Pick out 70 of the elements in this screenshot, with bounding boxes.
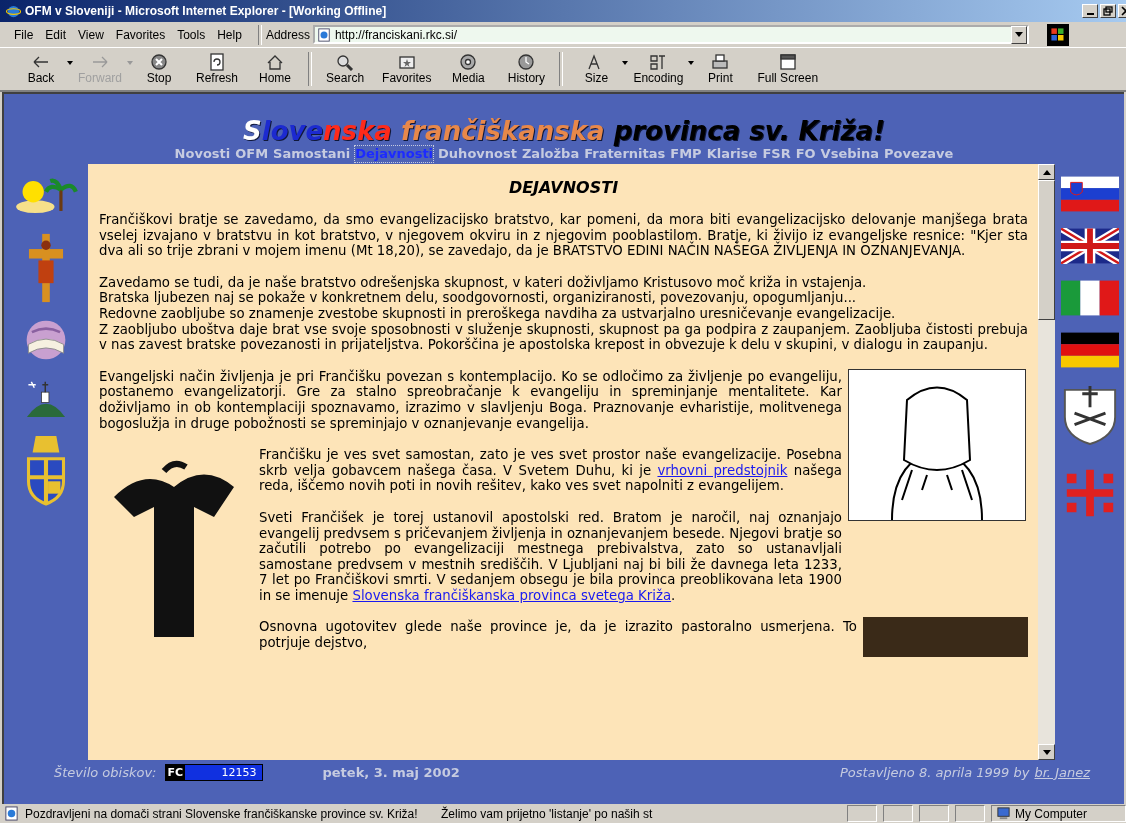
paragraph: Frančišku je ves svet samostan, zato je ves svet prostor naše evangelizacije. Posebna skrb velja gobavcem našega časa. V Svetem Duhu, ki je vrhovni predstojnik našega reda, iščemo novih poti in novih rešitev, kako ves svet napolniti z evangelijem. <box>259 447 842 494</box>
toolbar-button[interactable]: Refresh <box>188 51 247 87</box>
window-title: OFM v Sloveniji - Microsoft Internet Explorer - [Working Offline] <box>25 4 388 18</box>
section-heading: DEJAVNOSTI <box>507 178 620 198</box>
dropdown-arrow-icon <box>1014 32 1023 37</box>
address-field[interactable]: http://franciskani.rkc.si/ <box>312 25 1029 44</box>
restore-button[interactable] <box>1100 4 1116 18</box>
toolbar-button[interactable]: Back <box>12 51 70 87</box>
media-icon <box>458 53 479 71</box>
toolbar-button[interactable]: Home <box>246 51 305 87</box>
paragraph: Zavedamo se tudi, da je naše bratstvo odrešenjska skupnost, v kateri doživljamo Kristusovo moč križa in vstajenja. <box>99 274 868 290</box>
toolbar-button[interactable]: Print <box>691 51 750 87</box>
menu-item[interactable]: Favorites <box>115 27 166 42</box>
paragraph: Osnovna ugotovitev glede naše province je, da je izrazito pastoralno usmerjena. To potrjuje dejstvo, <box>259 619 857 651</box>
paragraph: Bratska ljubezen naj se pokaže v konkretnem delu, soodgovornosti, organiziranosti, povezovanju, opogumljanju... <box>99 290 858 306</box>
paragraph: Evangeljski način življenja je pri Frančišku povezan s kontemplacijo. Ko se odločimo za življenje po evangeliju, postanemo evangelizatorji. Gre za stalno spreobračanje k evangeliju in spreminjanje mentalitete. Kar doživljamo in ob kontemplaciji spoznavamo, izrazimo v slavljenju Boga. Praznovanje evharistije, molitvenega bogoslužja in druge pobožnosti se spreminjajo v oznanjevanje evangelija. <box>99 368 842 432</box>
search-icon <box>335 53 356 71</box>
toolbar-button[interactable]: Search <box>316 51 375 87</box>
minimize-icon <box>1086 13 1094 15</box>
browser-logo-icon <box>6 3 21 19</box>
toolbar-button[interactable]: Favorites <box>374 51 440 87</box>
status-pane <box>883 805 913 822</box>
status-pane <box>919 805 949 822</box>
scroll-down-icon <box>1042 749 1051 755</box>
text-link[interactable]: vrhovni predstojnik <box>657 462 788 478</box>
fullscreen-icon <box>777 53 798 71</box>
italian-flag-icon[interactable] <box>1060 280 1119 316</box>
toolbar-button[interactable]: Stop <box>130 51 188 87</box>
menu-item[interactable]: Help <box>217 27 242 42</box>
toolbar-button[interactable]: Size <box>567 51 626 87</box>
favorites-icon <box>396 53 417 71</box>
date-text: petek, 3. maj 2002 <box>322 764 460 780</box>
minimize-button[interactable] <box>1082 4 1098 18</box>
counter-value: 12153 <box>220 765 258 779</box>
site-title: Slovenska frančiškanska provinca sv. Križa! <box>242 116 886 146</box>
menu-item[interactable]: Edit <box>45 27 67 42</box>
history-icon <box>516 53 537 71</box>
british-flag-icon[interactable] <box>1060 228 1119 264</box>
status-message: Pozdravljeni na domači strani Slovenske frančiškanske province sv. Križa! <box>25 806 419 821</box>
restore-icon <box>1103 6 1113 16</box>
paragraph: Z zaobljubo uboštva daje brat vse svoje sposobnosti v služenje skupnosti, skupnost pa ga podpira z zaupanjem. Zaobljuba čistosti prebuja v nas zavest bratske povezanosti in prijateljstva. Pokorščina je apostolska krepost in obvezuje k delu v skupini, v dialogu in zaupanju. <box>99 321 1028 353</box>
counter-logo: FC <box>165 764 186 780</box>
status-pane <box>847 805 877 822</box>
print-icon <box>710 53 731 71</box>
menu-item[interactable]: File <box>14 27 34 42</box>
paragraph: Redovne zaobljube so znamenje zvestobe skupnosti in preroškega navdiha za ustvarjalno uresničevanje evangelizacije. <box>99 305 897 322</box>
toolbar-button[interactable]: Media <box>439 51 498 87</box>
stop-icon <box>149 53 169 71</box>
slovenian-flag-icon[interactable] <box>1060 176 1119 212</box>
status-scrolling-text: Želimo vam prijetno 'listanje' po naših st <box>441 806 654 821</box>
address-label: Address <box>265 27 310 42</box>
text-link[interactable]: Slovenska frančiškanska provinca svetega Križa <box>352 587 672 603</box>
vertical-scrollbar[interactable] <box>1038 164 1055 760</box>
toolbar-button[interactable]: Full Screen <box>749 51 827 87</box>
scroll-thumb[interactable] <box>1038 180 1055 320</box>
paragraph: Frančiškovi bratje se zavedamo, da smo evangelizacijsko bratstvo, kar pomeni, da mora biti evangelizacijsko delovanje manjšega brata vselej izvajano v bratstvu in kot bratstvo, v njegovem okviru in z njegovim pooblastilom. Bratje, ki živijo iz evangeljske resnice: "Kjer sta dva ali so trije zbrani v mojem imenu (Mt 18,20), se zavedajo, da je BRATSTVO EDINI NAČIN NAŠEGA ŽIVLJENJA IN OZNANJEVANJA. <box>99 212 1028 259</box>
menu-item[interactable]: Tools <box>177 27 206 42</box>
security-zone: My Computer <box>1015 806 1088 821</box>
page-icon <box>4 806 19 821</box>
posted-text: Postavljeno 8. aprila 1999 by <box>840 764 1030 780</box>
menu-item[interactable]: View <box>78 27 104 42</box>
german-flag-icon[interactable] <box>1060 332 1119 368</box>
status-pane <box>955 805 985 822</box>
toolbar-button[interactable]: History <box>497 51 556 87</box>
scroll-up-icon <box>1042 169 1051 175</box>
author-link[interactable]: br. Janez <box>1034 764 1090 780</box>
paragraph: Sveti Frančišek je torej ustanovil apostolski red. Bratom je naročil, naj oznanjajo evangelij predvsem s pričevanjem življenja in oznanjevanjem besede. Njegovi bratje so začutili potrebo po evangelizaciji mestnega prebivalstva, zato so ustanavljali samostane predvsem v mestnih središčih. V Ljubljani naj bi bili že davnega leta 1233, 7 let po Frančiškovi smrti. V sedanjem obsegu je bila provinca preoblikovana leta 1900 in se imenuje Slovenska frančiškanska provinca svetega Križa. <box>259 509 842 604</box>
visit-counter-label: Število obiskov: <box>54 764 157 780</box>
page-icon <box>316 27 331 42</box>
toolbar-button[interactable]: Encoding <box>625 51 692 87</box>
